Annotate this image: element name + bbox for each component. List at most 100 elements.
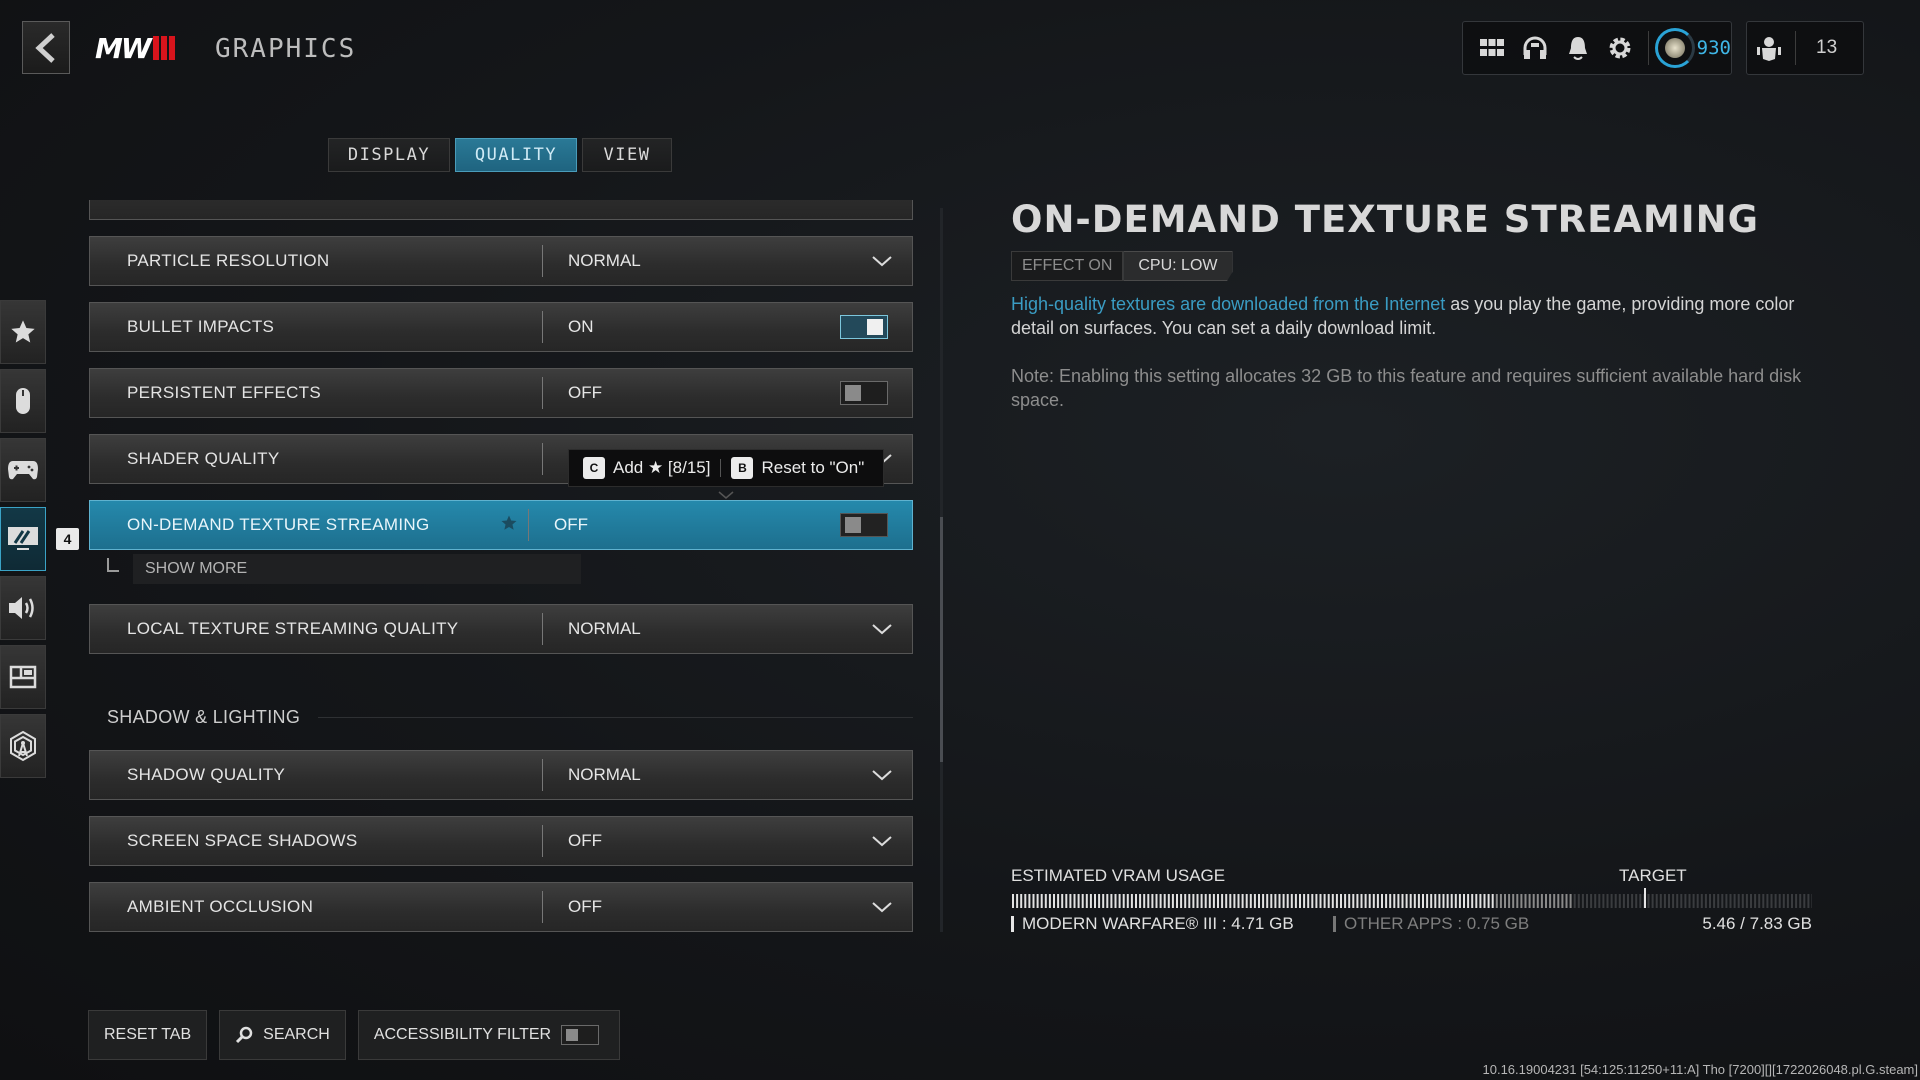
scrollbar-thumb[interactable] — [940, 517, 943, 762]
vram-tick-game — [1311, 894, 1314, 908]
back-button[interactable] — [22, 21, 70, 74]
vram-tick-free — [1811, 894, 1812, 908]
vram-tick-game — [1303, 894, 1306, 908]
vram-tick-game — [1266, 894, 1269, 908]
vram-tick-other — [1549, 894, 1552, 908]
vram-tick-free — [1590, 894, 1593, 908]
vram-tick-free — [1737, 894, 1740, 908]
bell-icon[interactable] — [1556, 26, 1599, 70]
vram-tick-free — [1692, 894, 1695, 908]
page-title: GRAPHICS — [215, 34, 357, 64]
accessibility-filter-toggle[interactable] — [561, 1025, 600, 1045]
reset-action[interactable]: Reset to "On" — [761, 458, 864, 478]
vram-tick-other — [1528, 894, 1531, 908]
vram-tick-other — [1524, 894, 1527, 908]
tab-quality[interactable]: QUALITY — [455, 138, 577, 172]
vram-tick-game — [1155, 894, 1158, 908]
rail-controller[interactable] — [0, 438, 46, 502]
vram-tick-game — [1118, 894, 1121, 908]
vram-tick-game — [1143, 894, 1146, 908]
vram-tick-game — [1040, 894, 1043, 908]
player-level[interactable]: 930 — [1654, 28, 1731, 68]
vram-tick-game — [1413, 894, 1416, 908]
vram-tick-game — [1114, 894, 1117, 908]
party-button[interactable]: 13 — [1746, 21, 1864, 75]
accessibility-filter-button[interactable]: ACCESSIBILITY FILTER — [357, 1010, 621, 1060]
vram-tick-game — [1360, 894, 1363, 908]
vram-tick-game — [1463, 894, 1465, 908]
tab-view[interactable]: VIEW — [582, 138, 672, 172]
rail-mouse-keyboard[interactable] — [0, 369, 46, 433]
headset-icon[interactable] — [1514, 26, 1557, 70]
vram-tick-other — [1569, 894, 1572, 908]
chevron-down-icon[interactable] — [852, 769, 912, 781]
back-arrow-icon — [35, 32, 55, 63]
vram-tick-game — [1106, 894, 1109, 908]
vram-target-label: TARGET — [1619, 866, 1687, 885]
vram-tick-game — [1028, 894, 1031, 908]
vram-tick-game — [1368, 894, 1371, 908]
setting-row-on-demand-texture-streaming[interactable]: ON-DEMAND TEXTURE STREAMING OFF — [89, 500, 913, 550]
add-favorite-action[interactable]: Add ★ [8/15] — [613, 458, 710, 478]
vram-tick-game — [1381, 894, 1383, 908]
vram-tick-free — [1696, 894, 1699, 908]
chevron-down-icon[interactable] — [852, 255, 912, 267]
vram-tick-game — [1192, 894, 1195, 908]
vram-tick-other — [1536, 894, 1539, 908]
setting-row-bullet-impacts[interactable]: BULLET IMPACTS ON — [89, 302, 913, 352]
vram-tick-game — [1065, 894, 1068, 908]
tab-display[interactable]: DISPLAY — [328, 138, 450, 172]
search-button[interactable]: SEARCH — [219, 1010, 346, 1060]
divider — [1795, 31, 1796, 65]
vram-tick-game — [1024, 894, 1027, 908]
vram-tick-game — [1319, 894, 1322, 908]
vram-tick-game — [1405, 894, 1408, 908]
setting-row-local-texture-streaming-quality[interactable]: LOCAL TEXTURE STREAMING QUALITY NORMAL — [89, 604, 913, 654]
vram-tick-game — [1356, 894, 1359, 908]
grid-icon[interactable] — [1471, 26, 1514, 70]
vram-tick-other — [1540, 894, 1543, 908]
vram-tick-game — [1409, 894, 1412, 908]
show-more-button[interactable]: SHOW MORE — [107, 554, 581, 584]
favorite-star-icon[interactable] — [500, 514, 518, 537]
vram-tick-free — [1700, 894, 1703, 908]
vram-tick-game — [1327, 894, 1330, 908]
bullet-impacts-toggle[interactable] — [840, 315, 888, 339]
setting-name: PERSISTENT EFFECTS — [127, 383, 322, 402]
vram-tick-game — [1249, 894, 1252, 908]
rail-graphics[interactable] — [0, 507, 46, 571]
vram-tick-other — [1557, 894, 1560, 908]
setting-row-ambient-occlusion[interactable]: AMBIENT OCCLUSION OFF — [89, 882, 913, 932]
rail-favorites[interactable] — [0, 300, 46, 364]
chevron-down-icon[interactable] — [852, 901, 912, 913]
vram-tick-game — [1479, 894, 1482, 908]
reset-tab-button[interactable]: RESET TAB — [88, 1010, 208, 1060]
settings-scrollbar[interactable] — [940, 208, 943, 932]
vram-tick-free — [1598, 894, 1601, 908]
vram-tick-game — [1475, 894, 1478, 908]
vram-tick-free — [1770, 894, 1773, 908]
vram-tick-game — [1323, 894, 1326, 908]
rail-interface[interactable] — [0, 645, 46, 709]
chevron-down-icon[interactable] — [852, 835, 912, 847]
persistent-effects-toggle[interactable] — [840, 381, 888, 405]
setting-row-screen-space-shadows[interactable]: SCREEN SPACE SHADOWS OFF — [89, 816, 913, 866]
rail-account-network[interactable] — [0, 714, 46, 778]
settings-category-rail — [0, 300, 46, 783]
rail-audio[interactable] — [0, 576, 46, 640]
setting-row-particle-resolution[interactable]: PARTICLE RESOLUTION NORMAL — [89, 236, 913, 286]
vram-tick-other — [1512, 894, 1515, 908]
vram-tick-game — [1286, 894, 1289, 908]
texture-streaming-toggle[interactable] — [840, 513, 888, 537]
game-logo: MW — [95, 32, 175, 65]
vram-tick-free — [1655, 894, 1658, 908]
controller-icon — [8, 461, 38, 480]
gear-icon[interactable] — [1599, 26, 1642, 70]
setting-row-persistent-effects[interactable]: PERSISTENT EFFECTS OFF — [89, 368, 913, 418]
setting-value: OFF — [554, 515, 588, 534]
vram-tick-free — [1594, 894, 1597, 908]
vram-tick-game — [1044, 894, 1047, 908]
setting-row-shadow-quality[interactable]: SHADOW QUALITY NORMAL — [89, 750, 913, 800]
chevron-down-icon[interactable] — [852, 623, 912, 635]
vram-tick-game — [1389, 894, 1392, 908]
